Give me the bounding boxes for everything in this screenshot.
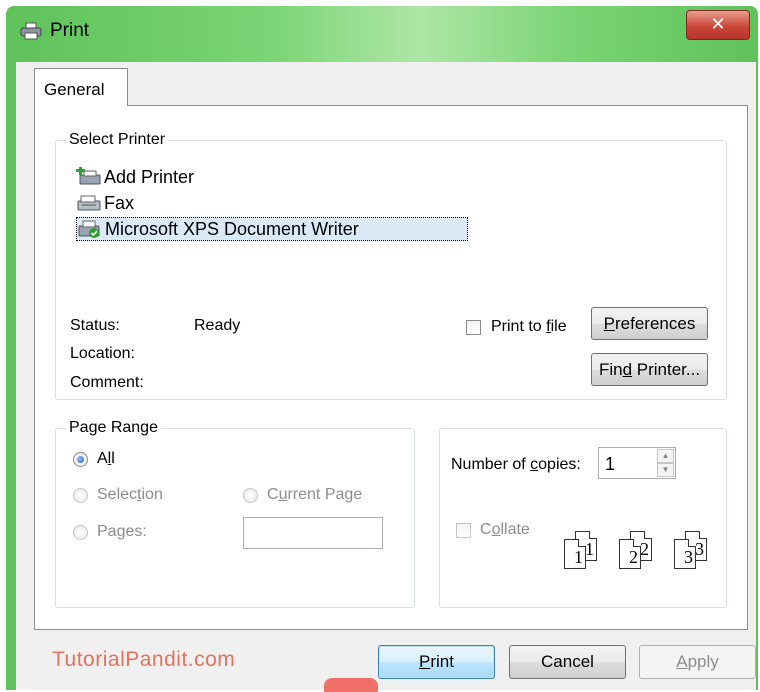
select-printer-legend: Select Printer	[66, 131, 169, 149]
printer-name: Add Printer	[104, 166, 195, 187]
location-label: Location:	[70, 345, 135, 362]
radio-all-label[interactable]: All	[97, 450, 115, 468]
radio-selection[interactable]	[73, 488, 88, 503]
print-to-file-label[interactable]: Print to file	[491, 318, 567, 336]
number-of-copies-label: Number of copies:	[451, 456, 581, 473]
preferences-button[interactable]: Preferences	[591, 307, 708, 340]
printer-item-xps-writer[interactable]: Microsoft XPS Document Writer	[76, 217, 468, 241]
tab-general[interactable]: General	[34, 68, 128, 106]
apply-button[interactable]: Apply	[639, 645, 756, 679]
status-value: Ready	[194, 317, 241, 334]
printer-item-add-printer[interactable]: Add Printer	[76, 165, 194, 189]
printer-name: Fax	[104, 192, 135, 213]
printer-item-fax[interactable]: Fax	[76, 191, 134, 215]
collate-page-front: 1	[564, 539, 586, 569]
radio-pages-label[interactable]: Pages:	[97, 523, 147, 541]
spin-up-icon[interactable]: ▲	[657, 449, 674, 463]
print-button[interactable]: Print	[378, 645, 495, 679]
radio-current-page-label[interactable]: Current Page	[267, 486, 362, 504]
decorative-blob	[324, 678, 378, 692]
comment-label: Comment:	[70, 374, 144, 391]
collate-label[interactable]: Collate	[480, 521, 530, 539]
cancel-button[interactable]: Cancel	[509, 645, 626, 679]
collate-page-front: 3	[674, 539, 696, 569]
select-printer-group: Select Printer Add Printer Fax Microsoft…	[55, 131, 727, 400]
collate-checkbox[interactable]	[456, 523, 471, 538]
copies-spinner[interactable]: 1 ▲ ▼	[598, 447, 676, 479]
print-to-file-checkbox[interactable]	[466, 320, 481, 335]
print-dialog-window: Print ✕ General Select Printer Add Print…	[6, 6, 758, 690]
close-icon: ✕	[710, 14, 726, 35]
general-tab-panel: Select Printer Add Printer Fax Microsoft…	[34, 105, 748, 630]
radio-current-page[interactable]	[243, 488, 258, 503]
copies-group: Number of copies: 1 ▲ ▼ Collate 1 1 2 2 …	[439, 428, 727, 608]
dialog-client-area: General Select Printer Add Printer Fax M…	[16, 62, 756, 690]
add-printer-icon	[76, 166, 102, 187]
pages-input[interactable]	[243, 517, 383, 549]
page-range-legend: Page Range	[66, 419, 161, 437]
copies-value: 1	[605, 454, 616, 474]
radio-pages[interactable]	[73, 525, 88, 540]
watermark-text: TutorialPandit.com	[52, 648, 236, 671]
status-label: Status:	[70, 317, 120, 334]
radio-all[interactable]	[73, 452, 88, 467]
xps-printer-icon	[77, 219, 103, 239]
fax-icon	[76, 193, 102, 213]
radio-selection-label[interactable]: Selection	[97, 486, 163, 504]
find-printer-button[interactable]: Find Printer...	[591, 353, 708, 386]
printer-icon	[20, 22, 42, 40]
window-title: Print	[50, 20, 90, 41]
title-bar[interactable]: Print ✕	[6, 6, 758, 50]
printer-name: Microsoft XPS Document Writer	[105, 218, 359, 239]
collate-page-front: 2	[619, 539, 641, 569]
close-button[interactable]: ✕	[686, 10, 750, 40]
page-range-group: Page Range All Selection Current Page Pa…	[55, 419, 415, 608]
spin-down-icon[interactable]: ▼	[657, 463, 674, 477]
